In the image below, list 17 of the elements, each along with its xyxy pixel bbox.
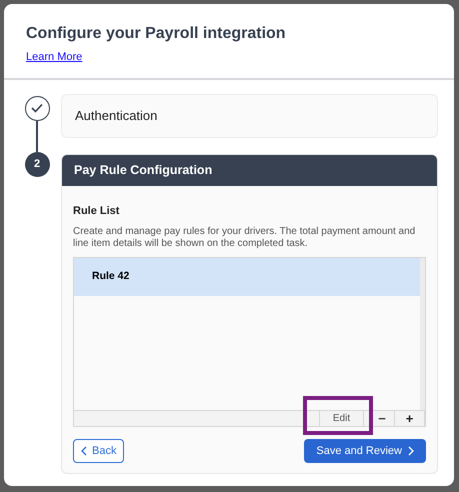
section-heading: Rule List: [73, 204, 120, 218]
edit-button[interactable]: Edit: [319, 411, 364, 426]
chevron-left-icon: [81, 446, 87, 456]
section-description: Create and manage pay rules for your drivers. The total payment amount and line item details will be shown on the completed task.: [73, 226, 416, 250]
dialog-title: Configure your Payroll integration: [26, 24, 287, 44]
step-number: 2: [24, 152, 50, 176]
highlight-frame: [303, 396, 373, 435]
back-button[interactable]: Back: [73, 439, 124, 463]
checkmark-icon: [31, 103, 43, 113]
learn-more-link[interactable]: Learn More: [26, 49, 432, 66]
step-header: Pay Rule Configuration: [62, 154, 437, 186]
remove-button[interactable]: −: [370, 411, 394, 426]
rule-item[interactable]: Rule 42: [74, 258, 420, 296]
add-button[interactable]: +: [394, 411, 425, 426]
save-and-review-button[interactable]: Save and Review: [304, 439, 426, 463]
chevron-right-icon: [408, 446, 414, 456]
step-card[interactable]: Authentication: [61, 94, 438, 138]
